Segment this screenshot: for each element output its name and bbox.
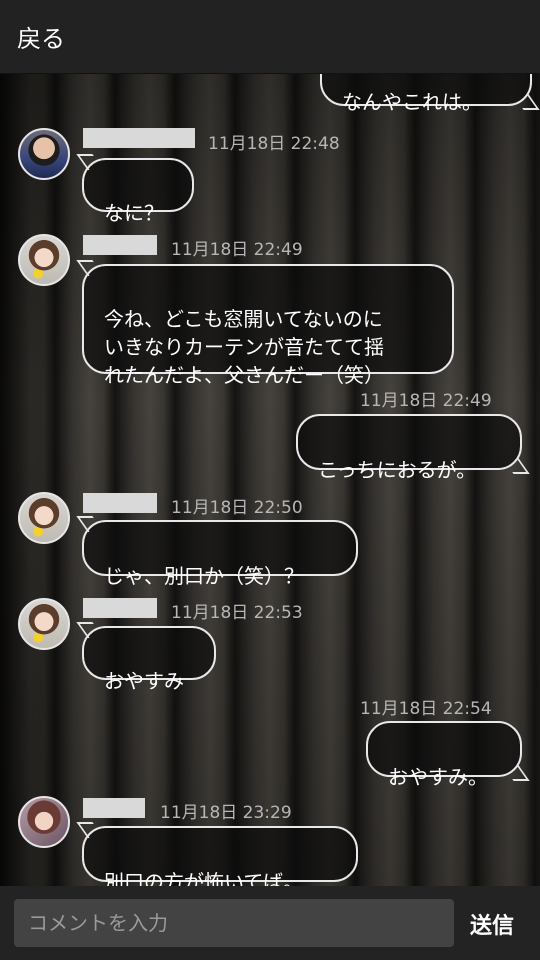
message-bubble-sent: なんやこれは。 — [320, 74, 532, 114]
message-timestamp: 11月18日 23:29 — [160, 803, 292, 823]
back-button[interactable]: 戻る — [17, 19, 65, 54]
comment-input[interactable] — [14, 899, 454, 947]
message-bubble-received: なに？ — [82, 158, 194, 225]
send-button[interactable]: 送信 — [470, 908, 514, 940]
message-timestamp: 11月18日 22:53 — [171, 603, 303, 623]
message-timestamp: 11月18日 22:49 — [171, 240, 303, 260]
message-input-bar: 送信 — [0, 886, 540, 960]
sender-name-redacted — [83, 128, 195, 148]
message-bubble-sent: おやすみ。 — [366, 721, 522, 789]
message-bubble-received: おやすみ — [82, 626, 216, 693]
message-text: おやすみ。 — [388, 765, 488, 789]
message-timestamp: 11月18日 22:49 — [360, 391, 492, 411]
avatar[interactable] — [18, 128, 70, 180]
message-text: なに？ — [104, 201, 164, 225]
message-bubble-sent: こっちにおるが。 — [296, 414, 522, 482]
avatar[interactable] — [18, 796, 70, 848]
avatar[interactable] — [18, 492, 70, 544]
sender-name-redacted — [83, 598, 157, 618]
avatar[interactable] — [18, 234, 70, 286]
avatar[interactable] — [18, 598, 70, 650]
message-timestamp: 11月18日 22:54 — [360, 699, 492, 719]
message-text: なんやこれは。 — [342, 90, 482, 114]
sender-name-redacted — [83, 798, 145, 818]
message-text: 別口の方が怖いてば。 — [104, 870, 303, 886]
chat-thread[interactable]: なんやこれは。 11月18日 22:48 なに？ 11月18日 22:49 今ね… — [0, 74, 540, 886]
sender-name-redacted — [83, 493, 157, 513]
message-timestamp: 11月18日 22:50 — [171, 498, 303, 518]
message-text: おやすみ — [104, 669, 184, 693]
message-bubble-received: じゃ、別口か（笑）？ — [82, 520, 358, 588]
message-bubble-received: 別口の方が怖いてば。 — [82, 826, 358, 886]
message-timestamp: 11月18日 22:48 — [208, 134, 340, 154]
message-text: じゃ、別口か（笑）？ — [104, 564, 304, 588]
sender-name-redacted — [83, 235, 157, 255]
message-text: 今ね、どこも窓開いてないのに いきなりカーテンが音たてて揺 れたんだよ、父さんだ… — [104, 307, 384, 387]
header-bar: 戻る — [0, 0, 540, 74]
message-bubble-received: 今ね、どこも窓開いてないのに いきなりカーテンが音たてて揺 れたんだよ、父さんだ… — [82, 264, 454, 387]
message-text: こっちにおるが。 — [318, 458, 477, 482]
